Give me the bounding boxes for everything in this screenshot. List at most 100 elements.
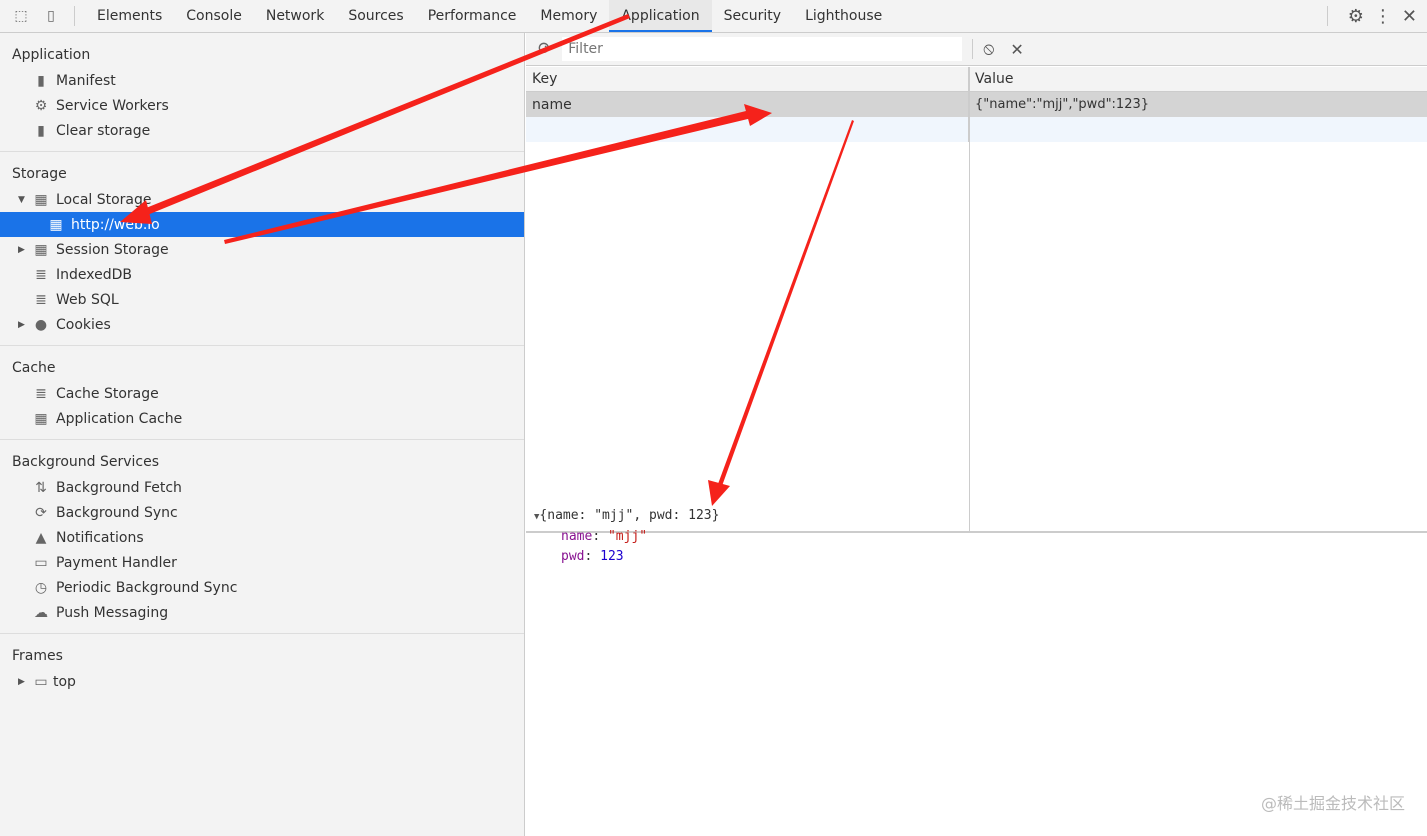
expanded-triangle-icon[interactable]: ▼ bbox=[18, 195, 31, 205]
tab-performance[interactable]: Performance bbox=[416, 0, 529, 32]
sidebar-item-payment-handler[interactable]: ▭ Payment Handler bbox=[0, 550, 524, 575]
sync-icon: ⟳ bbox=[35, 504, 47, 521]
label: Clear storage bbox=[56, 122, 151, 139]
cell-key[interactable]: name bbox=[526, 92, 969, 117]
cookie-icon: ● bbox=[34, 316, 48, 333]
sidebar-item-application-cache[interactable]: ▦ Application Cache bbox=[0, 406, 524, 431]
collapsed-triangle-icon[interactable]: ▶ bbox=[18, 245, 31, 255]
label: Manifest bbox=[56, 72, 116, 89]
tab-security[interactable]: Security bbox=[712, 0, 794, 32]
header-key[interactable]: Key bbox=[526, 67, 969, 91]
column-divider[interactable] bbox=[969, 67, 970, 533]
section-background-services: Background Services ⇅ Background Fetch ⟳ B… bbox=[0, 440, 524, 634]
label: Web SQL bbox=[56, 291, 119, 308]
sidebar-item-indexeddb[interactable]: ≣ IndexedDB bbox=[0, 262, 524, 287]
tab-elements[interactable]: Elements bbox=[85, 0, 174, 32]
delete-selected-icon[interactable]: ✕ bbox=[1010, 40, 1023, 59]
divider bbox=[1326, 6, 1328, 26]
tab-sources[interactable]: Sources bbox=[336, 0, 415, 32]
label: Local Storage bbox=[56, 191, 152, 208]
empty-row bbox=[526, 117, 1427, 142]
table-icon: ▦ bbox=[34, 191, 48, 208]
gear-icon: ⚙ bbox=[34, 97, 48, 114]
table-row[interactable]: name {"name":"mjj","pwd":123} bbox=[526, 92, 1427, 117]
prop-value: "mjj" bbox=[607, 529, 648, 544]
tab-network[interactable]: Network bbox=[254, 0, 336, 32]
tab-application[interactable]: Application bbox=[609, 0, 712, 32]
filter-input[interactable] bbox=[562, 37, 963, 61]
empty-cell bbox=[526, 117, 969, 142]
sidebar-item-push-messaging[interactable]: ☁ Push Messaging bbox=[0, 600, 524, 625]
label: Background Sync bbox=[56, 504, 178, 521]
watermark: @稀土掘金技术社区 bbox=[1260, 794, 1405, 813]
sidebar-item-notifications[interactable]: ▲ Notifications bbox=[0, 525, 524, 550]
gear-icon[interactable]: ⚙ bbox=[1348, 6, 1364, 27]
label: Cookies bbox=[56, 316, 111, 333]
device-toggle-icon[interactable]: ▯ bbox=[38, 3, 64, 29]
sidebar-item-clear-storage[interactable]: ▮ Clear storage bbox=[0, 118, 524, 143]
cell-value[interactable]: {"name":"mjj","pwd":123} bbox=[969, 92, 1149, 117]
summary-text: {name: "mjj", pwd: 123} bbox=[539, 508, 720, 523]
sidebar-item-top-frame[interactable]: ▶ ▭ top bbox=[0, 669, 524, 694]
sidebar-item-web-sql[interactable]: ≣ Web SQL bbox=[0, 287, 524, 312]
database-icon: ≣ bbox=[35, 291, 47, 308]
section-title: Frames bbox=[12, 648, 63, 664]
collapsed-triangle-icon[interactable]: ▶ bbox=[18, 677, 31, 687]
database-icon: ≣ bbox=[35, 385, 47, 402]
table-icon: ▦ bbox=[34, 410, 48, 427]
section-frames: Frames ▶ ▭ top bbox=[0, 634, 524, 702]
more-menu-icon[interactable]: ⋮ bbox=[1374, 6, 1392, 27]
frame-icon: ▭ bbox=[34, 673, 48, 690]
refresh-icon[interactable]: ⟳ bbox=[538, 39, 552, 59]
preview-prop: pwd: 123 bbox=[561, 549, 624, 564]
sidebar-item-cookies[interactable]: ▶ ● Cookies bbox=[0, 312, 524, 337]
sidebar-item-periodic-background-sync[interactable]: ◷ Periodic Background Sync bbox=[0, 575, 524, 600]
label: Service Workers bbox=[56, 97, 169, 114]
prop-key: name bbox=[561, 529, 593, 544]
sidebar-item-background-sync[interactable]: ⟳ Background Sync bbox=[0, 500, 524, 525]
filter-bar: ⟳ ⦸ ✕ bbox=[526, 33, 1427, 66]
label: Push Messaging bbox=[56, 604, 169, 621]
tab-memory[interactable]: Memory bbox=[528, 0, 609, 32]
sidebar-item-web-io[interactable]: ▦ http://web.io bbox=[0, 212, 524, 237]
sidebar: Application ▮ Manifest ⚙ Service Workers ▮… bbox=[0, 33, 525, 836]
preview-summary[interactable]: ▼{name: "mjj", pwd: 123} bbox=[534, 506, 719, 527]
sidebar-item-local-storage[interactable]: ▼ ▦ Local Storage bbox=[0, 187, 524, 212]
sidebar-item-cache-storage[interactable]: ≣ Cache Storage bbox=[0, 381, 524, 406]
label: Periodic Background Sync bbox=[56, 579, 238, 596]
tab-lighthouse[interactable]: Lighthouse bbox=[793, 0, 894, 32]
card-icon: ▭ bbox=[34, 554, 48, 571]
label: http://web.io bbox=[71, 216, 160, 233]
divider bbox=[74, 6, 75, 26]
section-title: Application bbox=[12, 47, 91, 63]
sidebar-item-service-workers[interactable]: ⚙ Service Workers bbox=[0, 93, 524, 118]
sidebar-item-manifest[interactable]: ▮ Manifest bbox=[0, 68, 524, 93]
section-title: Storage bbox=[12, 166, 67, 182]
clear-all-icon[interactable]: ⦸ bbox=[983, 39, 994, 59]
preview-prop: name: "mjj" bbox=[561, 529, 648, 544]
collapsed-triangle-icon[interactable]: ▶ bbox=[18, 320, 31, 330]
sidebar-item-session-storage[interactable]: ▶ ▦ Session Storage bbox=[0, 237, 524, 262]
tab-console[interactable]: Console bbox=[174, 0, 254, 32]
label: Application Cache bbox=[56, 410, 183, 427]
table-icon: ▦ bbox=[49, 216, 63, 233]
bell-icon: ▲ bbox=[35, 529, 47, 546]
prop-key: pwd bbox=[561, 549, 585, 564]
label: Notifications bbox=[56, 529, 144, 546]
sidebar-item-background-fetch[interactable]: ⇅ Background Fetch bbox=[0, 475, 524, 500]
label: top bbox=[53, 673, 76, 690]
label: IndexedDB bbox=[56, 266, 132, 283]
file-icon: ▮ bbox=[37, 72, 45, 89]
label: Background Fetch bbox=[56, 479, 182, 496]
up-down-arrows-icon: ⇅ bbox=[35, 479, 47, 496]
cloud-icon: ☁ bbox=[34, 604, 48, 621]
storage-panel: ⟳ ⦸ ✕ Key Value name {"name":"mjj","pwd"… bbox=[526, 33, 1427, 836]
section-title: Cache bbox=[12, 360, 56, 376]
divider bbox=[972, 39, 974, 59]
header-value[interactable]: Value bbox=[969, 67, 1013, 91]
close-icon[interactable]: ✕ bbox=[1402, 6, 1417, 27]
inspect-element-icon[interactable]: ⬚ bbox=[8, 3, 34, 29]
trash-icon: ▮ bbox=[37, 122, 45, 139]
clock-icon: ◷ bbox=[34, 579, 48, 596]
label: Session Storage bbox=[56, 241, 169, 258]
